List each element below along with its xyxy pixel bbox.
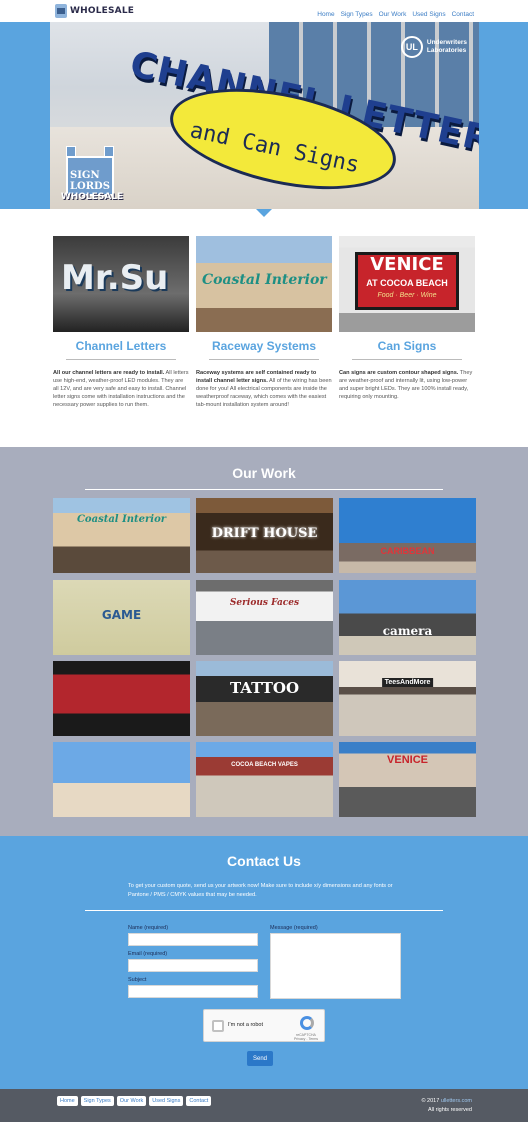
work-photo-3[interactable]: CARIBBEAN [339,498,476,573]
recaptcha-checkbox[interactable] [212,1020,224,1032]
work-photo-8[interactable]: TATTOO [196,661,333,736]
subject-field[interactable] [128,985,258,998]
work-photo-11[interactable]: COCOA BEACH VAPES [196,742,333,817]
recaptcha-icon [300,1016,314,1030]
hero-arrow-icon [256,209,272,217]
email-field[interactable] [128,959,258,972]
nav-sign-types[interactable]: Sign Types [341,11,373,18]
recaptcha-widget: I'm not a robot reCAPTCHA Privacy - Term… [203,1009,325,1042]
raceway-systems-description: Raceway systems are self contained ready… [196,370,332,408]
divider [352,359,462,360]
top-bar: WHOLESALE Home Sign Types Our Work Used … [0,0,528,22]
work-photo-2[interactable]: DRIFT HOUSE [196,498,333,573]
our-work-title: Our Work [232,465,296,481]
channel-letters-description: All our channel letters are ready to ins… [53,370,189,408]
email-label: Email (required) [128,951,168,957]
contact-intro: To get your custom quote, send us your a… [128,883,393,898]
hero-brand-top: SIGN LORDS [70,170,110,192]
contact-title: Contact Us [227,853,301,869]
nav-our-work[interactable]: Our Work [379,11,407,18]
copyright: © 2017 ulletters.com All rights reserved [421,1098,472,1113]
nav-contact[interactable]: Contact [452,11,474,18]
nav-used-signs[interactable]: Used Signs [412,11,445,18]
name-field[interactable] [128,933,258,946]
footer-nav-home[interactable]: Home [57,1096,78,1106]
channel-letters-title: Channel Letters [75,339,167,353]
work-photo-10[interactable] [53,742,190,817]
ul-icon: UL [400,36,423,58]
footer-nav-sign-types[interactable]: Sign Types [80,1096,114,1106]
work-photo-1[interactable]: Coastal Interior [53,498,190,573]
channel-letters-image: Mr.Su [53,236,189,332]
hero-brand-bottom: WHOLESALE [60,192,124,202]
site-link[interactable]: ulletters.com [441,1098,472,1104]
work-photo-9[interactable]: TeesAndMore [339,661,476,736]
work-photo-12[interactable]: VENICE [339,742,476,817]
can-signs-image: VENICE AT COCOA BEACH Food · Beer · Wine [339,236,475,332]
can-signs-description: Can signs are custom contour shaped sign… [339,370,473,400]
message-field[interactable] [270,933,401,999]
send-button[interactable]: Send [247,1051,273,1066]
main-nav: Home Sign Types Our Work Used Signs Cont… [317,11,474,18]
divider [85,910,443,911]
site-logo[interactable]: WHOLESALE [55,4,134,18]
recaptcha-brand: reCAPTCHA Privacy - Terms [293,1033,318,1041]
sign-lords-castle-logo: SIGN LORDS WHOLESALE [60,140,123,206]
hero-banner: CHANNEL LETTERS and Can Signs UL Underwr… [50,22,479,209]
footer-nav-our-work[interactable]: Our Work [116,1096,147,1106]
castle-logo-icon [55,4,67,18]
raceway-systems-image: Coastal Interior [196,236,332,332]
ul-badge: UL Underwriters Laboratories [400,36,467,58]
work-photo-5[interactable]: Serious Faces [196,580,333,655]
footer-nav-used-signs[interactable]: Used Signs [149,1096,184,1106]
footer-nav-contact[interactable]: Contact [186,1096,212,1106]
name-label: Name (required) [128,925,169,931]
work-photo-6[interactable]: camera [339,580,476,655]
subject-label: Subject [128,977,147,983]
message-label: Message (required) [270,925,318,931]
footer-nav: Home Sign Types Our Work Used Signs Cont… [57,1096,212,1106]
work-photo-7[interactable] [53,661,190,736]
recaptcha-label: I'm not a robot [228,1022,263,1028]
can-signs-title: Can Signs [377,339,437,353]
rights-text: All rights reserved [427,1107,472,1113]
divider [209,359,319,360]
logo-text: WHOLESALE [70,6,135,16]
raceway-systems-title: Raceway Systems [211,339,317,353]
ul-label: Underwriters Laboratories [426,39,467,54]
divider [66,359,176,360]
divider [85,489,443,490]
nav-home[interactable]: Home [317,11,334,18]
work-photo-4[interactable]: GAME [53,580,190,655]
